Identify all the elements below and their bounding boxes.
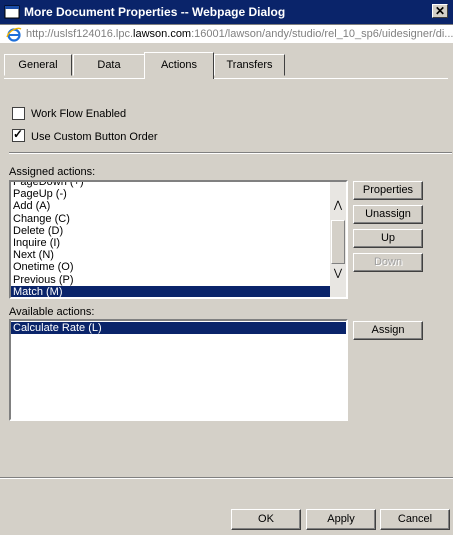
url-suffix: :16001/lawson/andy/studio/rel_10_sp6/uid… xyxy=(191,28,453,40)
list-item-selected[interactable]: Calculate Rate (L) xyxy=(11,322,346,335)
down-button[interactable]: Down xyxy=(353,253,423,272)
unassign-button[interactable]: Unassign xyxy=(353,205,423,224)
separator xyxy=(9,152,452,154)
scroll-up-icon[interactable]: ⋀ xyxy=(330,198,346,214)
footer-divider xyxy=(0,477,453,479)
tab-data-label: Data xyxy=(97,59,121,71)
up-button[interactable]: Up xyxy=(353,229,423,248)
properties-button[interactable]: Properties xyxy=(353,181,423,200)
ok-button[interactable]: OK xyxy=(231,509,301,530)
scroll-thumb[interactable] xyxy=(331,220,345,264)
list-item[interactable]: Delete (D) xyxy=(11,225,346,237)
title-bar: More Document Properties -- Webpage Dial… xyxy=(0,0,453,24)
tab-general-label: General xyxy=(18,59,58,71)
assigned-actions-list[interactable]: PageDown (+) PageUp (-) Add (A) Change (… xyxy=(9,180,348,299)
list-item-selected[interactable]: Match (M) xyxy=(11,285,330,297)
tab-general[interactable]: General xyxy=(4,54,72,76)
list-item[interactable]: Previous (P) xyxy=(11,274,346,286)
tab-data[interactable]: Data xyxy=(73,54,145,76)
tab-transfers-label: Transfers xyxy=(226,59,273,71)
list-item[interactable]: Add (A) xyxy=(11,200,346,212)
checkmark-icon: ✓ xyxy=(13,127,24,141)
list-item[interactable]: Change (C) xyxy=(11,213,346,225)
available-actions-list[interactable]: Calculate Rate (L) xyxy=(9,319,348,421)
url-domain: lawson.com xyxy=(133,28,192,40)
cancel-button[interactable]: Cancel xyxy=(380,509,450,530)
address-url: http://uslsf124016.lpc.lawson.com:16001/… xyxy=(26,28,453,40)
list-item[interactable]: Next (N) xyxy=(11,249,346,261)
tab-actions-label: Actions xyxy=(160,59,198,71)
close-button[interactable]: ✕ xyxy=(432,4,448,18)
internet-explorer-icon xyxy=(6,27,22,42)
available-actions-label: Available actions: xyxy=(9,306,95,318)
workflow-label: Work Flow Enabled xyxy=(31,108,127,120)
list-item[interactable]: PageDown (+) xyxy=(11,182,346,188)
custom-order-label: Use Custom Button Order xyxy=(31,131,158,143)
assigned-scrollbar[interactable]: ⋀ ⋁ xyxy=(330,182,346,297)
scroll-down-icon[interactable]: ⋁ xyxy=(330,266,346,282)
address-bar: http://uslsf124016.lpc.lawson.com:16001/… xyxy=(0,24,453,44)
list-item[interactable]: Inquire (I) xyxy=(11,237,346,249)
dialog-icon xyxy=(4,5,20,19)
list-item[interactable]: PageUp (-) xyxy=(11,188,346,200)
tab-transfers[interactable]: Transfers xyxy=(214,54,285,76)
assigned-actions-label: Assigned actions: xyxy=(9,166,96,178)
tab-actions[interactable]: Actions xyxy=(144,52,214,79)
workflow-checkbox[interactable] xyxy=(12,107,25,120)
url-prefix: http://uslsf124016.lpc. xyxy=(26,28,134,40)
apply-button[interactable]: Apply xyxy=(306,509,376,530)
list-item[interactable]: Onetime (O) xyxy=(11,261,346,273)
assign-button[interactable]: Assign xyxy=(353,321,423,340)
window-title: More Document Properties -- Webpage Dial… xyxy=(24,5,286,19)
custom-order-checkbox[interactable]: ✓ xyxy=(12,127,25,142)
close-icon: ✕ xyxy=(434,4,446,18)
